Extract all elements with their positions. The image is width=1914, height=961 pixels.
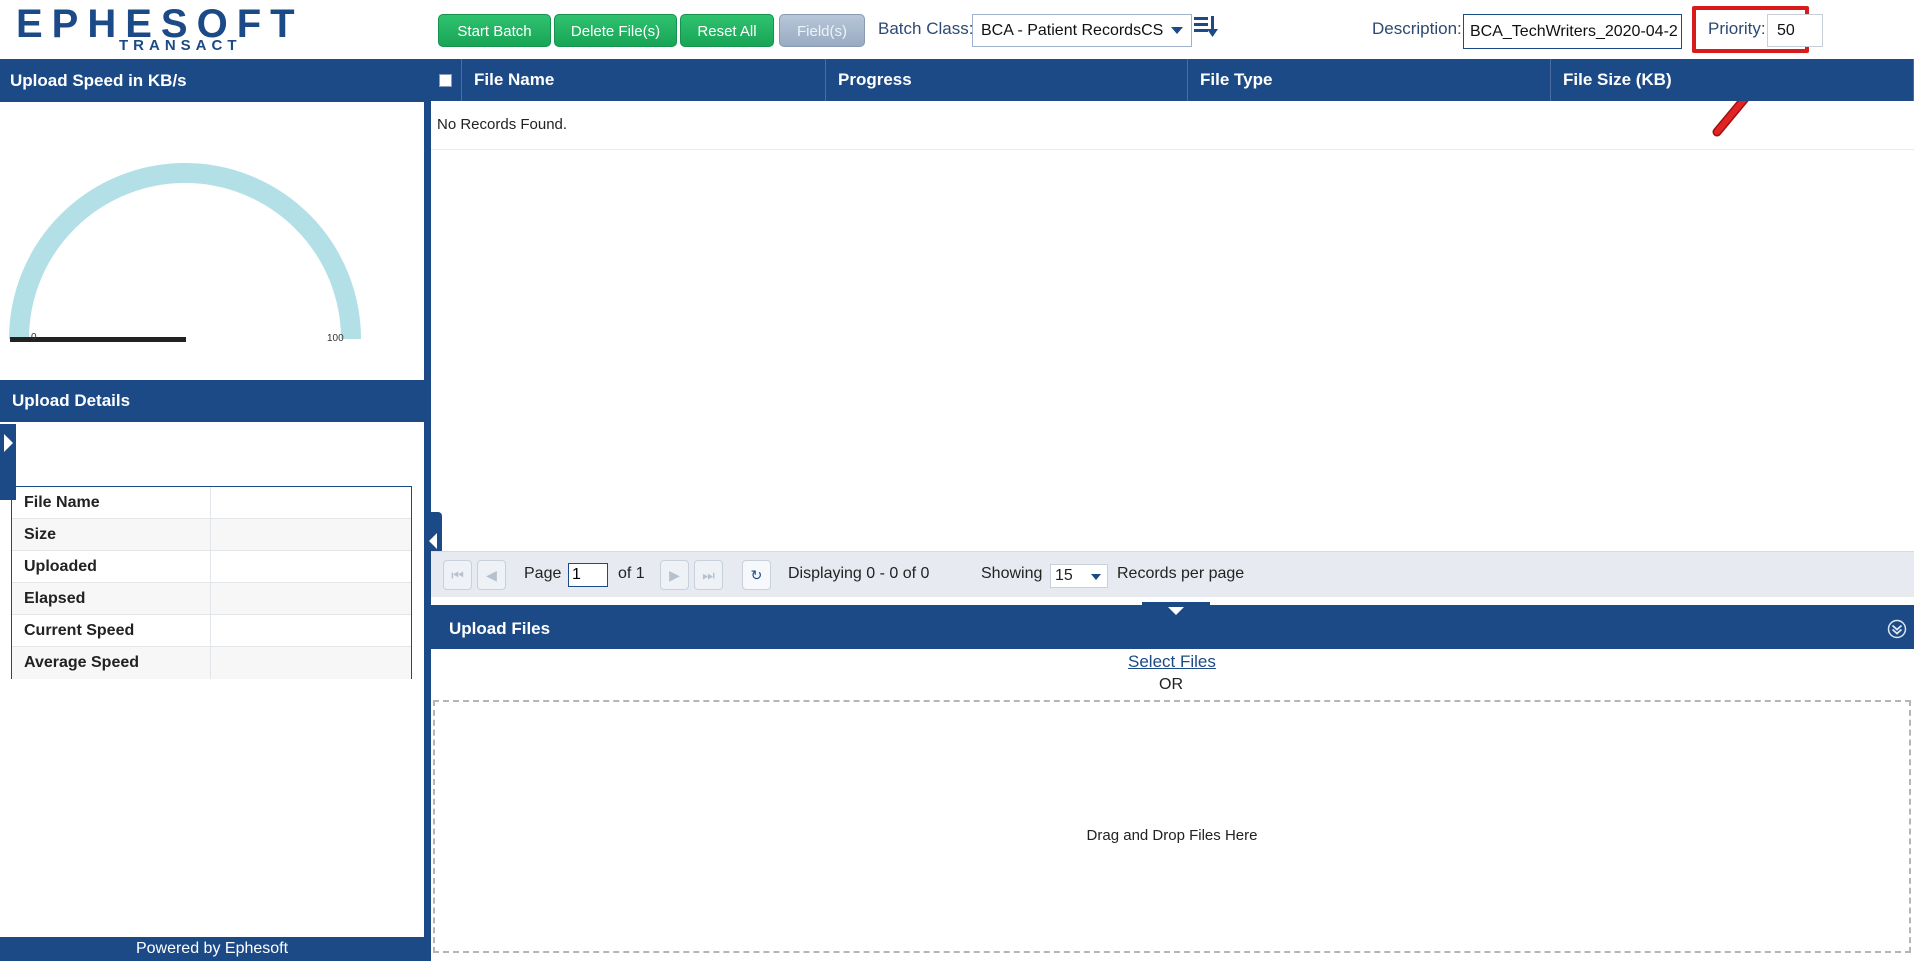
drag-drop-text: Drag and Drop Files Here (1086, 827, 1258, 844)
displaying-count: Displaying 0 - 0 of 0 (788, 565, 930, 582)
details-row: Elapsed (12, 583, 411, 615)
pagination-bar: ⏮ ◀ Page of 1 ▶ ⏭ ↻ Displaying 0 - 0 of … (431, 551, 1914, 597)
or-label: OR (1159, 676, 1183, 693)
details-row-label: Size (12, 519, 211, 550)
details-row: Current Speed (12, 615, 411, 647)
description-input[interactable] (1463, 14, 1682, 49)
left-panel: Upload Speed in KB/s 0 100 Upload Detail… (0, 59, 424, 961)
description-label: Description: (1372, 19, 1462, 38)
records-per-page-label: Records per page (1117, 565, 1245, 582)
details-row-label: Average Speed (12, 647, 211, 679)
showing-label: Showing (981, 565, 1043, 582)
column-file-size[interactable]: File Size (KB) (1551, 59, 1914, 101)
column-progress[interactable]: Progress (826, 59, 1188, 101)
next-page-icon[interactable]: ▶ (660, 560, 689, 590)
gauge-min-label: 0 (31, 332, 37, 343)
upload-details-table: File Name Size Uploaded Elapsed Current … (11, 486, 412, 679)
sort-download-icon[interactable] (1193, 14, 1221, 40)
start-batch-button[interactable]: Start Batch (438, 14, 551, 47)
last-page-icon[interactable]: ⏭ (694, 560, 723, 590)
first-page-icon[interactable]: ⏮ (443, 560, 472, 590)
ephesoft-logo: EPHESOFT TRANSACT (16, 2, 295, 56)
priority-label: Priority: (1708, 19, 1766, 38)
prev-page-icon[interactable]: ◀ (477, 560, 506, 590)
page-number-input[interactable] (568, 563, 608, 587)
logo-subtitle: TRANSACT (119, 37, 242, 54)
records-per-page-select[interactable]: 15 (1050, 564, 1108, 588)
panel-splitter[interactable] (424, 59, 431, 961)
collapse-icon[interactable] (1887, 619, 1907, 639)
gauge-max-label: 100 (327, 333, 344, 344)
upload-panel-toggle[interactable] (1142, 602, 1210, 620)
details-row: Average Speed (12, 647, 411, 679)
page-count: of 1 (618, 565, 645, 582)
upload-speed-header: Upload Speed in KB/s (0, 59, 424, 102)
batch-class-select[interactable]: BCA - Patient RecordsCS (972, 14, 1192, 47)
fields-button[interactable]: Field(s) (779, 14, 865, 47)
delete-files-button[interactable]: Delete File(s) (554, 14, 677, 47)
details-row-label: Current Speed (12, 615, 211, 646)
upload-files-title: Upload Files (449, 619, 551, 638)
refresh-icon[interactable]: ↻ (742, 560, 771, 590)
details-row-label: File Name (12, 487, 211, 518)
select-all-checkbox[interactable] (439, 74, 452, 88)
batch-class-label: Batch Class: (878, 19, 974, 38)
chevron-down-icon (1168, 607, 1184, 615)
batch-class-value: BCA - Patient RecordsCS (981, 22, 1164, 39)
details-row-label: Elapsed (12, 583, 211, 614)
column-file-type[interactable]: File Type (1188, 59, 1551, 101)
reset-all-button[interactable]: Reset All (680, 14, 774, 47)
upload-speed-gauge: 0 100 (9, 163, 361, 344)
page-label: Page (524, 565, 562, 582)
records-per-page-value: 15 (1055, 567, 1073, 584)
upload-details-header: Upload Details (0, 380, 424, 422)
details-row: Size (12, 519, 411, 551)
powered-by-footer: Powered by Ephesoft (0, 937, 424, 961)
chevron-down-icon (1091, 574, 1101, 580)
priority-input[interactable] (1767, 14, 1823, 47)
drag-drop-zone[interactable]: Drag and Drop Files Here (433, 700, 1911, 953)
select-files-link[interactable]: Select Files (1128, 652, 1216, 672)
column-file-name[interactable]: File Name (462, 59, 826, 101)
select-all-cell (431, 59, 462, 101)
file-grid-header: File Name Progress File Type File Size (… (431, 59, 1914, 101)
details-row-label: Uploaded (12, 551, 211, 582)
details-row: Uploaded (12, 551, 411, 583)
chevron-down-icon (1171, 27, 1183, 34)
row-divider (431, 149, 1914, 150)
top-toolbar: EPHESOFT TRANSACT Start Batch Delete Fil… (0, 0, 1914, 59)
empty-grid-message: No Records Found. (437, 116, 568, 133)
gauge-arc (9, 163, 361, 340)
details-row: File Name (12, 487, 411, 519)
